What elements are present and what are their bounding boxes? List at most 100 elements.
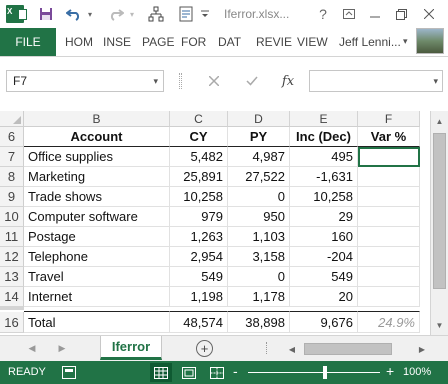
tab-insert[interactable]: INSE xyxy=(103,28,131,56)
cell-d8[interactable]: 27,522 xyxy=(228,167,290,187)
cell-b8[interactable]: Marketing xyxy=(24,167,170,187)
insert-function-icon[interactable]: fx xyxy=(276,71,300,91)
form-icon[interactable] xyxy=(176,4,196,24)
close-icon[interactable] xyxy=(418,4,440,24)
header-cell-b[interactable]: Account xyxy=(24,127,170,147)
tab-data[interactable]: DAT xyxy=(218,28,241,56)
cell-b10[interactable]: Computer software xyxy=(24,207,170,227)
cell-d14[interactable]: 1,178 xyxy=(228,287,290,307)
total-cell-e[interactable]: 9,676 xyxy=(290,311,358,333)
cell-e12[interactable]: -204 xyxy=(290,247,358,267)
redo-icon[interactable] xyxy=(106,4,126,24)
cell-c14[interactable]: 1,198 xyxy=(170,287,228,307)
horizontal-scrollbar[interactable]: ◀ ▶ xyxy=(284,341,430,357)
tab-split-handle[interactable] xyxy=(266,342,270,354)
cell-d12[interactable]: 3,158 xyxy=(228,247,290,267)
cell-d10[interactable]: 950 xyxy=(228,207,290,227)
zoom-slider[interactable] xyxy=(248,372,380,373)
header-cell-d[interactable]: PY xyxy=(228,127,290,147)
normal-view-icon[interactable] xyxy=(150,363,172,382)
user-name[interactable]: Jeff Lenni... xyxy=(339,28,401,56)
total-cell-c[interactable]: 48,574 xyxy=(170,311,228,333)
cell-f8[interactable] xyxy=(358,167,420,187)
minimize-icon[interactable] xyxy=(364,4,386,24)
cell-f9[interactable] xyxy=(358,187,420,207)
cancel-entry-icon[interactable] xyxy=(202,71,226,91)
tab-view[interactable]: VIEW xyxy=(297,28,328,56)
vertical-scroll-thumb[interactable] xyxy=(433,133,446,289)
row-header-11[interactable]: 11 xyxy=(0,227,24,247)
cell-e8[interactable]: -1,631 xyxy=(290,167,358,187)
tab-review[interactable]: REVIE xyxy=(256,28,292,56)
help-icon[interactable]: ? xyxy=(312,4,334,24)
cell-d9[interactable]: 0 xyxy=(228,187,290,207)
undo-icon[interactable] xyxy=(64,4,84,24)
page-layout-view-icon[interactable] xyxy=(178,363,200,382)
org-chart-icon[interactable] xyxy=(146,4,166,24)
row-header-9[interactable]: 9 xyxy=(0,187,24,207)
page-break-view-icon[interactable] xyxy=(206,363,228,382)
cell-b7[interactable]: Office supplies xyxy=(24,147,170,167)
cell-c7[interactable]: 5,482 xyxy=(170,147,228,167)
cell-f12[interactable] xyxy=(358,247,420,267)
column-header-d[interactable]: D xyxy=(228,111,290,127)
tab-page-layout[interactable]: PAGE xyxy=(142,28,174,56)
name-box[interactable]: F7 ▾ xyxy=(6,70,164,92)
cell-f7[interactable] xyxy=(358,147,420,167)
row-header-7[interactable]: 7 xyxy=(0,147,24,167)
ribbon-display-options-icon[interactable] xyxy=(338,4,360,24)
total-cell-f[interactable]: 24.9% xyxy=(358,311,420,333)
worksheet-grid[interactable]: B C D E F 6 Account CY PY Inc (Dec) Var % 7 Office s… xyxy=(0,111,448,335)
cell-c8[interactable]: 25,891 xyxy=(170,167,228,187)
column-header-f[interactable]: F xyxy=(358,111,420,127)
cell-f11[interactable] xyxy=(358,227,420,247)
cell-d7[interactable]: 4,987 xyxy=(228,147,290,167)
excel-logo-icon[interactable]: X xyxy=(6,5,27,23)
cell-c12[interactable]: 2,954 xyxy=(170,247,228,267)
cell-e11[interactable]: 160 xyxy=(290,227,358,247)
save-icon[interactable] xyxy=(36,4,56,24)
cell-c10[interactable]: 979 xyxy=(170,207,228,227)
tab-formulas[interactable]: FOR xyxy=(181,28,206,56)
horizontal-scroll-thumb[interactable] xyxy=(304,343,392,355)
column-header-e[interactable]: E xyxy=(290,111,358,127)
restore-icon[interactable] xyxy=(390,4,412,24)
total-cell-b[interactable]: Total xyxy=(24,311,170,333)
macro-recording-icon[interactable] xyxy=(62,366,76,379)
row-header-6[interactable]: 6 xyxy=(0,127,24,147)
cell-e7[interactable]: 495 xyxy=(290,147,358,167)
total-cell-d[interactable]: 38,898 xyxy=(228,311,290,333)
formula-bar-splitter[interactable] xyxy=(179,73,182,89)
cell-e14[interactable]: 20 xyxy=(290,287,358,307)
header-cell-f[interactable]: Var % xyxy=(358,127,420,147)
prev-sheet-icon[interactable]: ◀ xyxy=(24,340,40,356)
cell-b13[interactable]: Travel xyxy=(24,267,170,287)
zoom-slider-handle[interactable] xyxy=(323,366,327,379)
header-cell-c[interactable]: CY xyxy=(170,127,228,147)
next-sheet-icon[interactable]: ▶ xyxy=(54,340,70,356)
row-header-14[interactable]: 14 xyxy=(0,287,24,307)
tab-home[interactable]: HOM xyxy=(65,28,93,56)
row-header-13[interactable]: 13 xyxy=(0,267,24,287)
sheet-tab-iferror[interactable]: Iferror xyxy=(100,336,162,360)
row-header-10[interactable]: 10 xyxy=(0,207,24,227)
cell-b14[interactable]: Internet xyxy=(24,287,170,307)
row-header-8[interactable]: 8 xyxy=(0,167,24,187)
header-cell-e[interactable]: Inc (Dec) xyxy=(290,127,358,147)
cell-b9[interactable]: Trade shows xyxy=(24,187,170,207)
row-header-16[interactable]: 16 xyxy=(0,312,24,333)
cell-f14[interactable] xyxy=(358,287,420,307)
cell-e9[interactable]: 10,258 xyxy=(290,187,358,207)
zoom-level[interactable]: 100% xyxy=(403,366,431,378)
name-box-chevron-icon[interactable]: ▾ xyxy=(153,76,158,87)
vertical-scrollbar[interactable]: ▲ ▼ xyxy=(430,111,448,335)
cell-f10[interactable] xyxy=(358,207,420,227)
redo-dropdown-icon[interactable]: ▾ xyxy=(126,4,138,24)
cell-b11[interactable]: Postage xyxy=(24,227,170,247)
cell-c13[interactable]: 549 xyxy=(170,267,228,287)
cell-c11[interactable]: 1,263 xyxy=(170,227,228,247)
cell-c9[interactable]: 10,258 xyxy=(170,187,228,207)
customize-qat-icon[interactable] xyxy=(198,4,212,24)
scroll-left-icon[interactable]: ◀ xyxy=(284,341,300,357)
cell-d13[interactable]: 0 xyxy=(228,267,290,287)
